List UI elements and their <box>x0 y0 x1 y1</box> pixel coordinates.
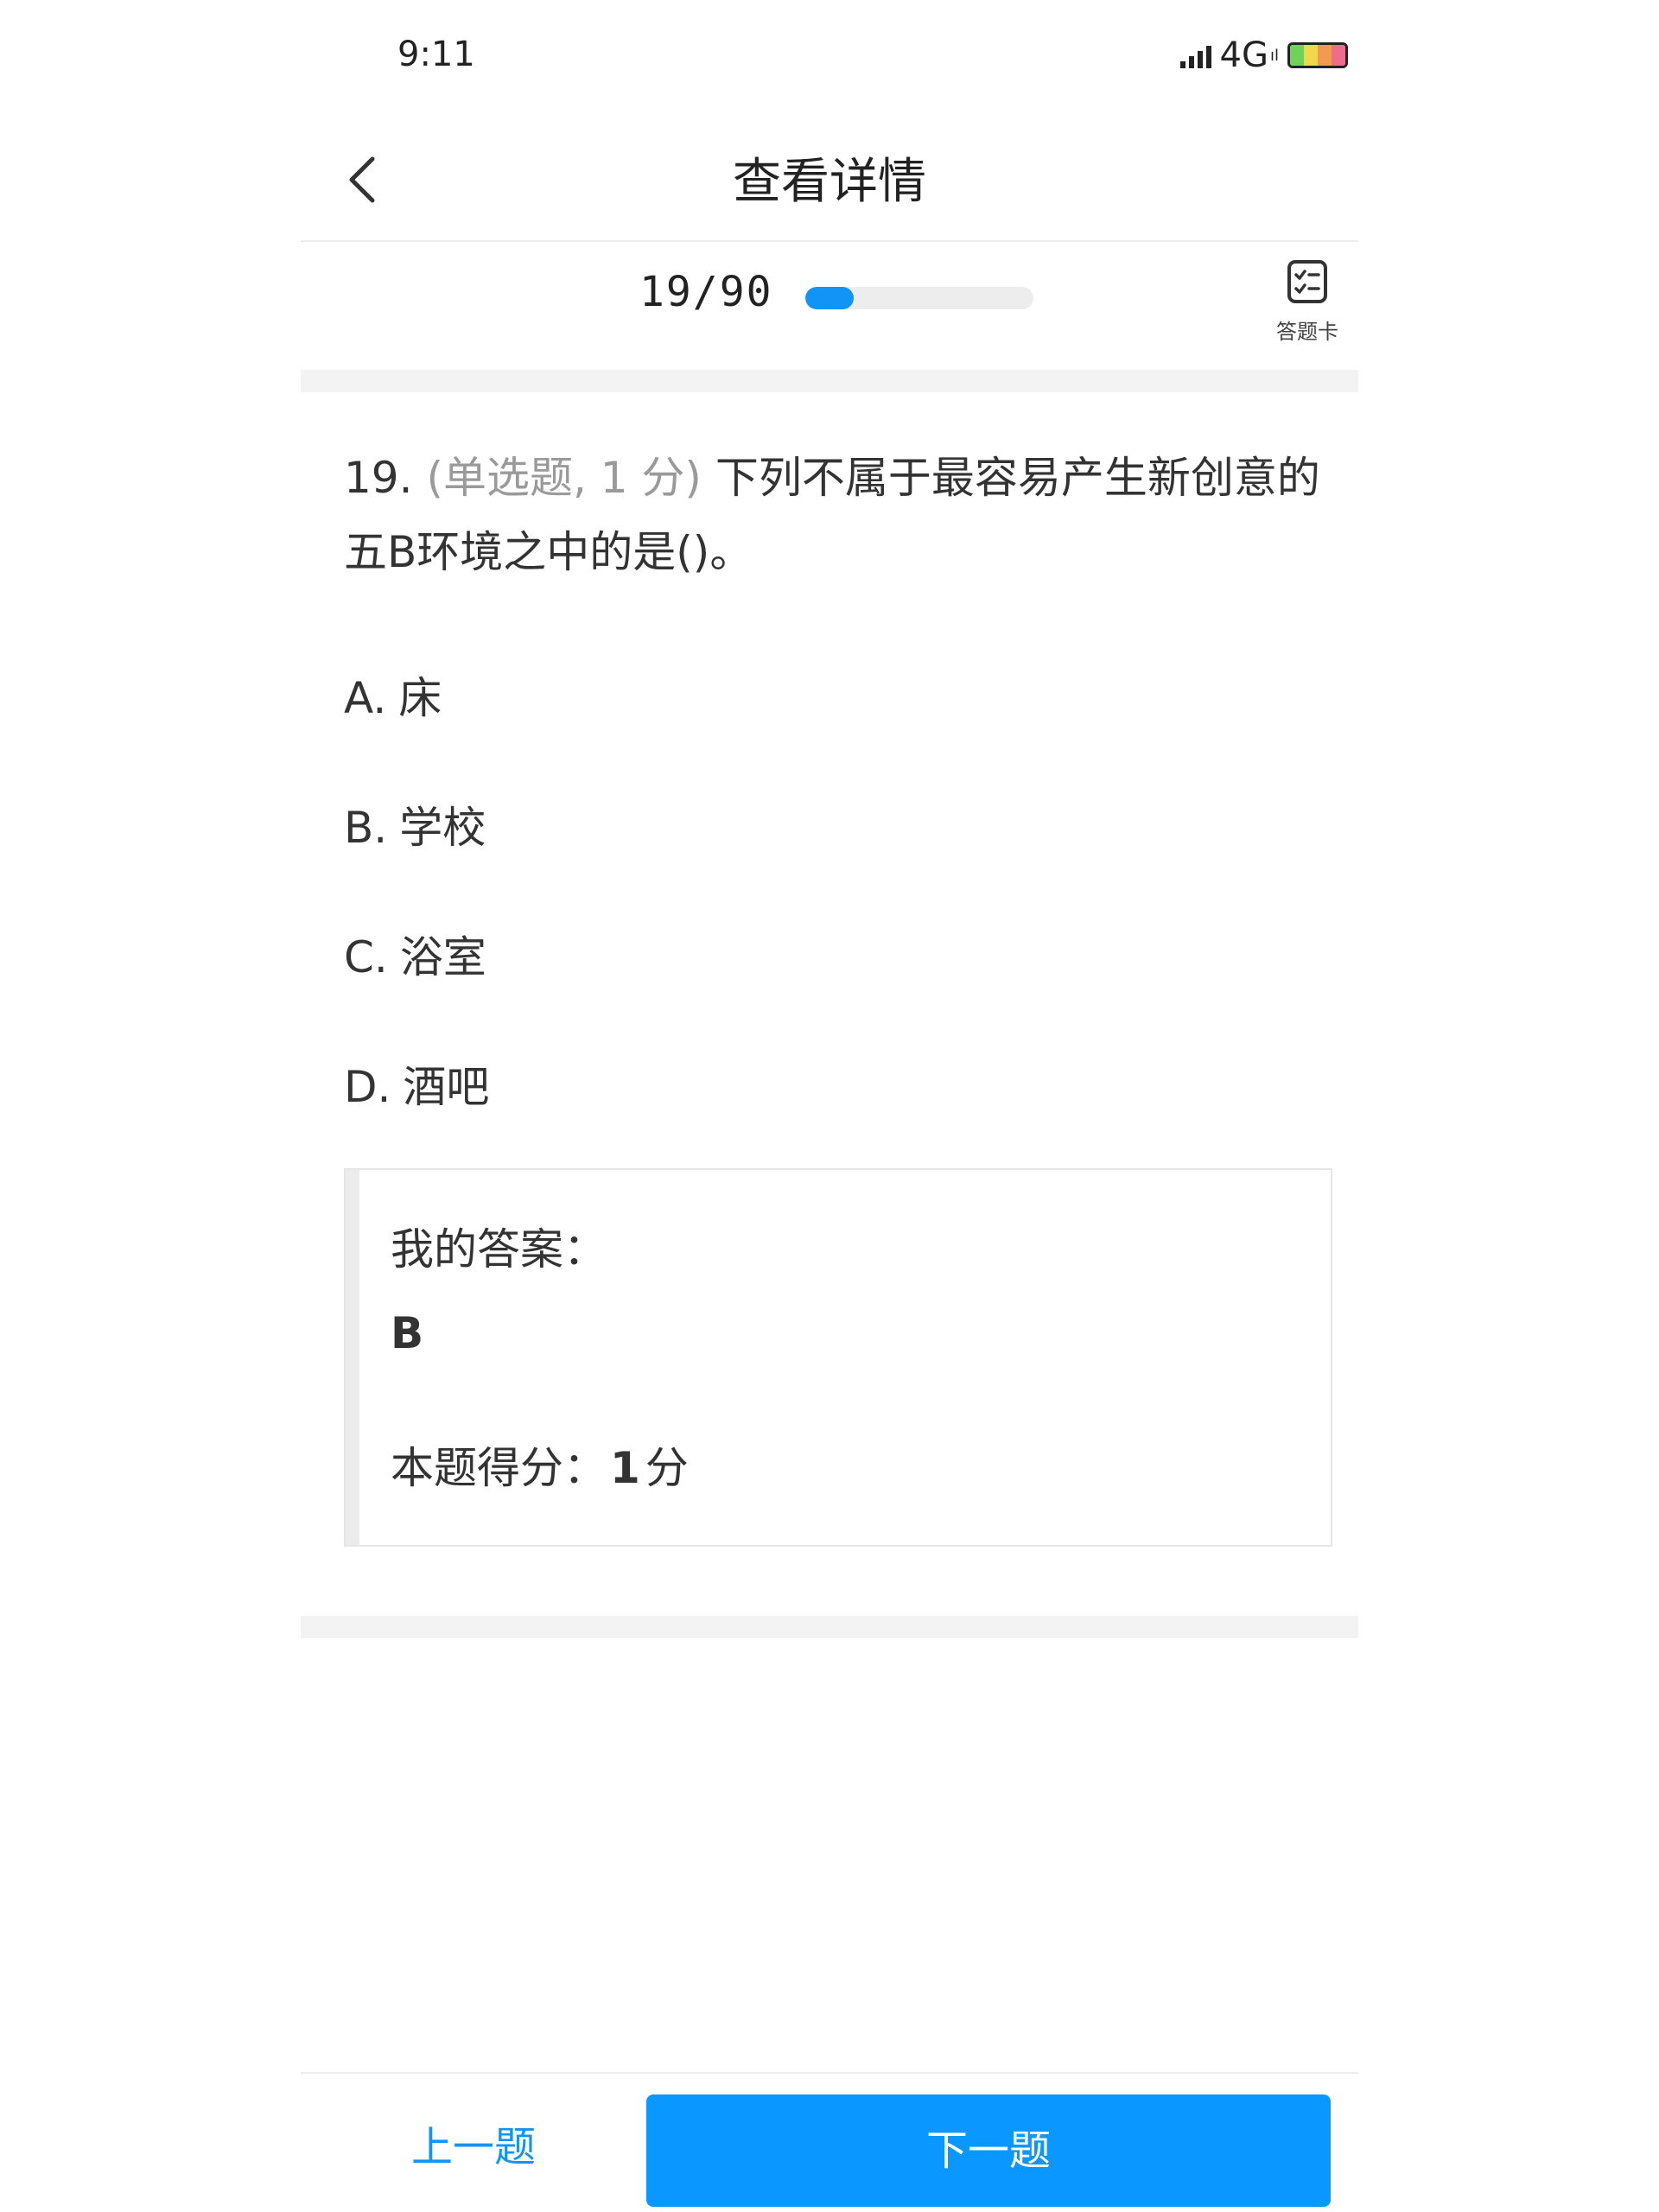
option-a: A. 床 <box>344 664 442 726</box>
question-meta: (单选题, 1 分) <box>426 453 702 503</box>
score-value: 1 <box>610 1443 640 1493</box>
answer-panel-accent <box>346 1170 359 1545</box>
option-letter: B. <box>344 803 388 853</box>
next-question-button[interactable]: 下一题 <box>646 2094 1331 2207</box>
network-activity-icon: ıl <box>1269 46 1279 65</box>
option-text: 学校 <box>399 803 486 853</box>
progress-bar-fill <box>805 287 854 309</box>
score-unit: 分 <box>645 1443 689 1493</box>
progress-bar <box>805 287 1033 309</box>
option-letter: D. <box>344 1062 391 1112</box>
question-stem: 19. (单选题, 1 分) 下列不属于最容易产生新创意的五B环境之中的是()。 <box>344 441 1329 589</box>
score-line: 本题得分：1 分 <box>391 1433 689 1496</box>
status-time: 9:11 <box>397 35 475 74</box>
option-text: 浴室 <box>399 932 486 982</box>
option-text: 床 <box>398 673 442 723</box>
page-title: 查看详情 <box>733 154 926 210</box>
option-c: C. 浴室 <box>344 923 486 985</box>
option-d: D. 酒吧 <box>344 1052 489 1115</box>
status-indicators: 4G ıl <box>1179 35 1348 76</box>
checklist-icon <box>1287 260 1327 303</box>
answer-panel: 我的答案： B 本题得分：1 分 <box>344 1168 1332 1547</box>
network-type: 4G <box>1219 35 1268 75</box>
option-letter: A. <box>344 673 387 723</box>
answer-card-button[interactable]: 答题卡 <box>1268 259 1346 345</box>
option-b: B. 学校 <box>344 793 486 855</box>
footer-divider <box>301 2072 1358 2074</box>
header-divider <box>301 240 1358 242</box>
option-letter: C. <box>344 932 388 982</box>
battery-icon <box>1287 42 1348 68</box>
my-answer-value: B <box>391 1308 424 1358</box>
section-divider <box>301 370 1358 392</box>
option-text: 酒吧 <box>403 1062 490 1112</box>
answer-card-label: 答题卡 <box>1276 320 1338 344</box>
progress-counter: 19/90 <box>639 268 773 316</box>
question-number: 19. <box>344 453 413 503</box>
section-divider <box>301 1616 1358 1638</box>
my-answer-label: 我的答案： <box>391 1224 607 1274</box>
signal-icon <box>1179 42 1211 68</box>
prev-question-button[interactable]: 上一题 <box>301 2091 646 2203</box>
score-label: 本题得分： <box>391 1443 607 1493</box>
